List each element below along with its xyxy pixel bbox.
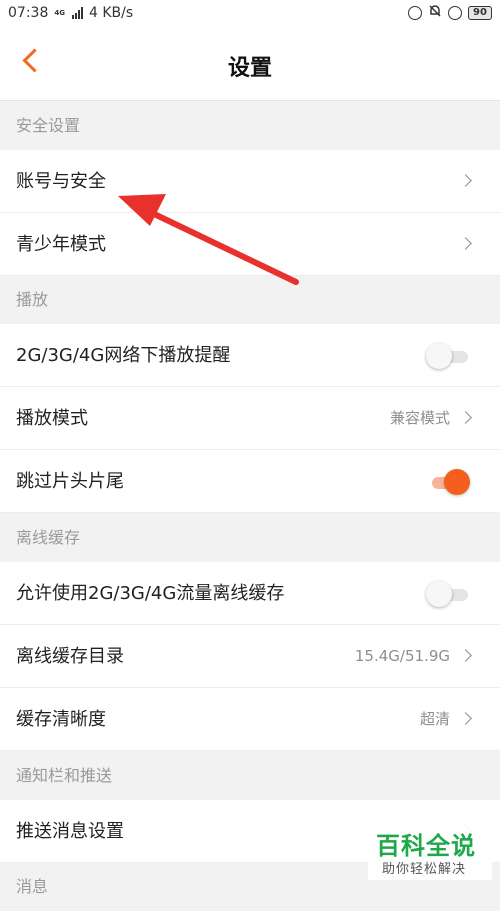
- row-label: 离线缓存目录: [16, 646, 124, 667]
- top-nav-bar: 设置: [0, 26, 500, 101]
- section-header-security: 安全设置: [0, 102, 500, 150]
- row-skip-intro-outro[interactable]: 跳过片头片尾: [0, 450, 500, 513]
- row-label: 缓存清晰度: [16, 709, 106, 730]
- status-right: 90: [408, 4, 492, 22]
- row-cache-directory[interactable]: 离线缓存目录 15.4G/51.9G: [0, 625, 500, 688]
- skip-intro-toggle[interactable]: [426, 469, 470, 495]
- lock-rotation-icon: [448, 6, 462, 20]
- row-label: 跳过片头片尾: [16, 471, 124, 492]
- row-label: 推送消息设置: [16, 821, 124, 842]
- section-header-playback: 播放: [0, 276, 500, 324]
- battery-icon: 90: [468, 6, 492, 20]
- row-label: 2G/3G/4G网络下播放提醒: [16, 345, 231, 366]
- row-allow-mobile-cache[interactable]: 允许使用2G/3G/4G流量离线缓存: [0, 562, 500, 625]
- row-label: 青少年模式: [16, 234, 106, 255]
- row-youth-mode[interactable]: 青少年模式: [0, 213, 500, 276]
- status-left: 07:38 4G 4 KB/s: [8, 5, 133, 21]
- network-speed: 4 KB/s: [88, 5, 134, 21]
- data-saver-icon: [408, 6, 422, 20]
- status-time: 07:38: [8, 5, 49, 21]
- chevron-right-icon: [459, 174, 472, 187]
- bell-off-icon: [428, 4, 442, 22]
- watermark-logo: 百科全说 助你轻松解决: [368, 824, 492, 880]
- mobile-play-alert-toggle[interactable]: [426, 343, 470, 369]
- section-header-offline-cache: 离线缓存: [0, 514, 500, 562]
- page-title: 设置: [227, 56, 272, 81]
- status-bar: 07:38 4G 4 KB/s 90: [0, 0, 500, 26]
- watermark-subtitle: 助你轻松解决: [382, 862, 467, 877]
- signal-icon: [71, 7, 83, 19]
- row-value: 超清: [419, 710, 450, 728]
- watermark-title: 百科全说: [376, 832, 476, 860]
- row-mobile-play-alert[interactable]: 2G/3G/4G网络下播放提醒: [0, 324, 500, 387]
- chevron-right-icon: [459, 649, 472, 662]
- chevron-right-icon: [459, 237, 472, 250]
- row-play-mode[interactable]: 播放模式 兼容模式: [0, 387, 500, 450]
- chevron-right-icon: [459, 411, 472, 424]
- network-type: 4G: [54, 8, 65, 17]
- row-value: 15.4G/51.9G: [354, 647, 450, 665]
- row-value: 兼容模式: [389, 409, 450, 427]
- row-cache-quality[interactable]: 缓存清晰度 超清: [0, 688, 500, 751]
- allow-mobile-cache-toggle[interactable]: [426, 581, 470, 607]
- row-label: 允许使用2G/3G/4G流量离线缓存: [16, 583, 285, 604]
- section-header-notifications: 通知栏和推送: [0, 752, 500, 800]
- row-label: 账号与安全: [16, 171, 106, 192]
- row-label: 播放模式: [16, 408, 88, 429]
- chevron-right-icon: [459, 712, 472, 725]
- row-account-security[interactable]: 账号与安全: [0, 150, 500, 213]
